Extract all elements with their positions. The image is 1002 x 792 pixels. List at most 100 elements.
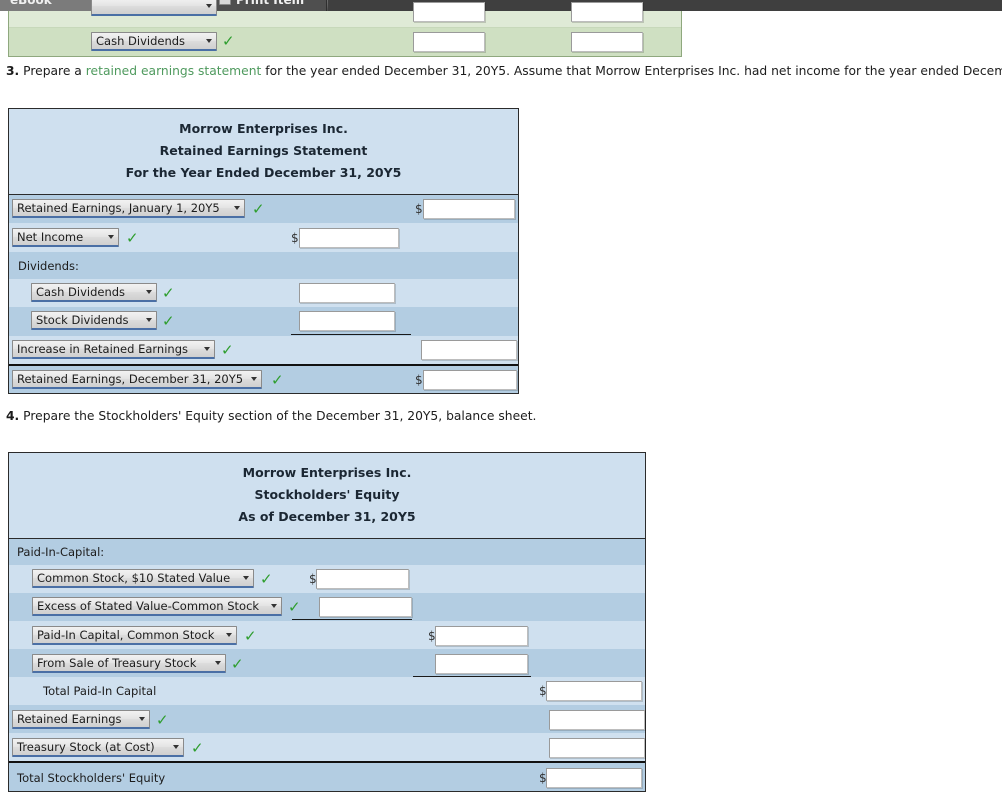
res-row-net-income: Net Income ✓ $ <box>9 223 518 252</box>
se-check-icon-4: ✓ <box>231 655 244 673</box>
se-select-common-stock[interactable]: Common Stock, $10 Stated Value <box>32 569 254 588</box>
chevron-down-icon <box>215 661 221 665</box>
res-input-retained-earnings-dec[interactable] <box>423 370 517 390</box>
se-input-excess-stated-value[interactable] <box>319 597 412 617</box>
se-select-paid-in-capital-common[interactable]: Paid-In Capital, Common Stock <box>32 626 237 645</box>
previous-question-panel: Cash Dividends ✓ <box>8 0 682 57</box>
se-check-icon-3: ✓ <box>244 627 257 645</box>
se-select-retained-earnings[interactable]: Retained Earnings <box>12 710 150 729</box>
res-input-stock-dividends[interactable] <box>299 311 395 331</box>
res-dollar-6: $ <box>415 373 423 387</box>
se-input-paid-in-capital-common[interactable] <box>435 626 528 646</box>
se-subtotal-rule-1 <box>292 619 412 620</box>
green-cash-dividends-input-1[interactable] <box>413 32 485 52</box>
se-select-excess-stated-value[interactable]: Excess of Stated Value-Common Stock <box>32 597 282 616</box>
chevron-down-icon <box>173 745 179 749</box>
res-select-cash-dividends[interactable]: Cash Dividends <box>31 283 157 302</box>
instruction-3-text-before: Prepare a <box>23 64 82 78</box>
res-select-retained-earnings-dec[interactable]: Retained Earnings, December 31, 20Y5 <box>12 370 262 389</box>
res-input-cash-dividends[interactable] <box>299 283 395 303</box>
se-label-total-paid-in-capital: Total Paid-In Capital <box>43 684 157 698</box>
se-row-retained-earnings: Retained Earnings ✓ <box>9 705 645 733</box>
chevron-down-icon <box>206 4 212 8</box>
se-title-line-1: Morrow Enterprises Inc. <box>242 465 412 480</box>
res-subtotal-rule-1 <box>291 334 411 335</box>
se-input-total-paid-in-capital[interactable] <box>546 681 642 701</box>
instruction-3: 3. Prepare a retained earnings statement… <box>6 64 1002 78</box>
green-cash-dividends-select[interactable]: Cash Dividends <box>91 32 217 51</box>
se-label-common-stock: Common Stock, $10 Stated Value <box>37 571 231 585</box>
print-item-label: Print Item <box>236 0 304 7</box>
res-title-line-3: For the Year Ended December 31, 20Y5 <box>125 165 402 180</box>
res-check-icon-6: ✓ <box>271 371 284 389</box>
se-input-retained-earnings[interactable] <box>549 710 645 730</box>
se-row-excess-stated-value: Excess of Stated Value-Common Stock ✓ <box>9 593 645 621</box>
res-input-net-income[interactable] <box>299 228 399 248</box>
instruction-4-number: 4. <box>6 409 20 423</box>
green-row-partial-input-2[interactable] <box>571 2 643 22</box>
instruction-4: 4. Prepare the Stockholders' Equity sect… <box>6 409 536 423</box>
green-row-partial <box>9 0 681 28</box>
se-check-icon-7: ✓ <box>191 739 204 757</box>
res-input-increase-retained-earnings[interactable] <box>421 340 517 360</box>
res-dollar-0: $ <box>415 202 423 216</box>
res-row-retained-earnings-jan: Retained Earnings, January 1, 20Y5 ✓ $ <box>9 195 518 223</box>
se-select-treasury-stock[interactable]: Treasury Stock (at Cost) <box>12 738 184 757</box>
se-input-treasury-stock[interactable] <box>549 738 645 758</box>
green-cash-dividends-check-icon: ✓ <box>222 32 235 50</box>
se-label-treasury-stock: Treasury Stock (at Cost) <box>17 740 155 754</box>
instruction-3-number: 3. <box>6 64 20 78</box>
se-label-excess-stated-value: Excess of Stated Value-Common Stock <box>37 599 260 613</box>
res-label-retained-earnings-jan: Retained Earnings, January 1, 20Y5 <box>17 201 220 215</box>
res-check-icon-3: ✓ <box>162 284 175 302</box>
res-row-dividends-heading: Dividends: <box>9 252 518 279</box>
se-row-paid-in-capital-heading: Paid-In-Capital: <box>9 539 645 565</box>
se-title-line-2: Stockholders' Equity <box>254 487 400 502</box>
res-select-increase-retained-earnings[interactable]: Increase in Retained Earnings <box>12 340 215 359</box>
ebook-label: eBook <box>10 0 52 7</box>
res-input-retained-earnings-jan[interactable] <box>423 199 515 219</box>
res-check-icon-0: ✓ <box>252 200 265 218</box>
print-item-button[interactable]: Print Item <box>209 0 327 11</box>
green-row-cash-dividends: Cash Dividends ✓ <box>9 28 681 56</box>
green-cash-dividends-input-2[interactable] <box>571 32 643 52</box>
chevron-down-icon <box>204 347 210 351</box>
res-title-line-2: Retained Earnings Statement <box>159 143 368 158</box>
printer-icon <box>219 0 231 5</box>
chevron-down-icon <box>226 633 232 637</box>
se-input-common-stock[interactable] <box>316 569 409 589</box>
se-label-total-stockholders-equity: Total Stockholders' Equity <box>17 771 166 785</box>
chevron-down-icon <box>234 206 240 210</box>
se-input-total-stockholders-equity[interactable] <box>546 768 642 788</box>
se-label-paid-in-capital-common: Paid-In Capital, Common Stock <box>37 628 215 642</box>
se-select-from-sale-treasury[interactable]: From Sale of Treasury Stock <box>32 654 226 673</box>
chevron-down-icon <box>251 377 257 381</box>
chevron-down-icon <box>108 235 114 239</box>
se-input-from-sale-treasury[interactable] <box>435 654 528 674</box>
chevron-down-icon <box>243 576 249 580</box>
res-row-cash-dividends: Cash Dividends ✓ <box>9 279 518 307</box>
res-label-cash-dividends: Cash Dividends <box>36 285 126 299</box>
retained-earnings-statement-link[interactable]: retained earnings statement <box>86 64 262 78</box>
se-row-paid-in-capital-common: Paid-In Capital, Common Stock ✓ $ <box>9 621 645 649</box>
se-label-paid-in-capital: Paid-In-Capital: <box>17 545 105 559</box>
res-select-retained-earnings-jan[interactable]: Retained Earnings, January 1, 20Y5 <box>12 199 245 218</box>
se-label-retained-earnings: Retained Earnings <box>17 712 122 726</box>
chevron-down-icon <box>146 290 152 294</box>
instruction-4-text: Prepare the Stockholders' Equity section… <box>23 409 537 423</box>
res-check-icon-5: ✓ <box>221 341 234 359</box>
chevron-down-icon <box>271 604 277 608</box>
se-row-from-sale-treasury: From Sale of Treasury Stock ✓ <box>9 649 645 677</box>
chevron-down-icon <box>206 39 212 43</box>
green-row-partial-input-1[interactable] <box>413 2 485 22</box>
se-title-line-3: As of December 31, 20Y5 <box>238 509 416 524</box>
se-row-total-stockholders-equity: Total Stockholders' Equity $ <box>9 761 645 791</box>
res-select-net-income[interactable]: Net Income <box>12 228 119 247</box>
green-row-partial-select[interactable] <box>91 0 217 16</box>
retained-earnings-statement-header: Morrow Enterprises Inc. Retained Earning… <box>9 109 518 195</box>
res-label-retained-earnings-dec: Retained Earnings, December 31, 20Y5 <box>17 372 244 386</box>
res-row-increase-retained-earnings: Increase in Retained Earnings ✓ <box>9 336 518 364</box>
res-row-retained-earnings-dec: Retained Earnings, December 31, 20Y5 ✓ $ <box>9 364 518 393</box>
res-row-stock-dividends: Stock Dividends ✓ <box>9 307 518 336</box>
res-select-stock-dividends[interactable]: Stock Dividends <box>31 311 157 330</box>
